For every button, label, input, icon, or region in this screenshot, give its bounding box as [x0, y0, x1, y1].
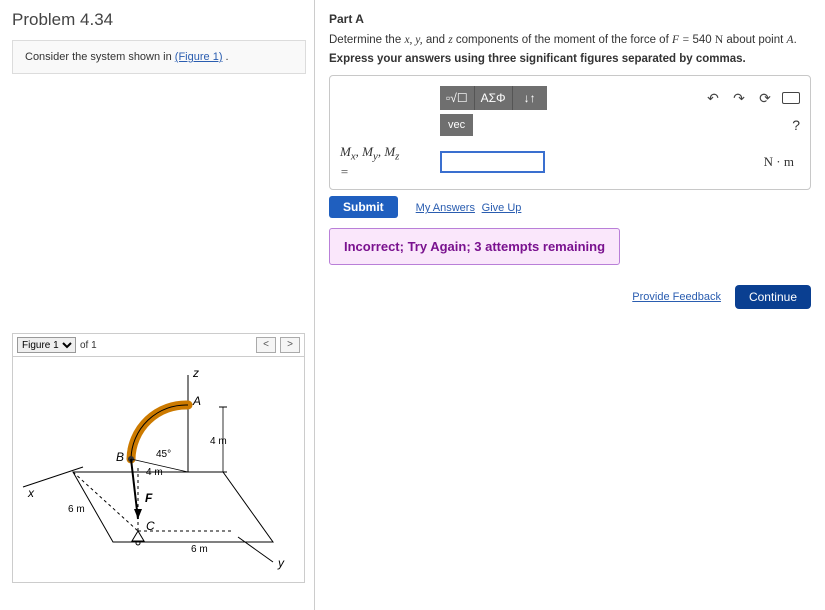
figure-count: of 1: [80, 340, 97, 351]
provide-feedback-link[interactable]: Provide Feedback: [632, 291, 721, 303]
force-f-label: F: [145, 491, 153, 505]
undo-button[interactable]: ↶: [704, 90, 722, 107]
subscript-button[interactable]: ↓↑: [513, 86, 547, 110]
reset-button[interactable]: ⟳: [756, 90, 774, 107]
angle-label: 45°: [156, 449, 171, 460]
feedback-message: Incorrect; Try Again; 3 attempts remaini…: [329, 228, 620, 265]
problem-title: Problem 4.34: [12, 10, 306, 30]
statement-prefix: Consider the system shown in: [25, 51, 175, 63]
greek-button[interactable]: ΑΣΦ: [475, 86, 513, 110]
dim-4m-a: 4 m: [210, 436, 227, 447]
figure-body: z x y 4 m: [13, 357, 304, 582]
figure-svg: z x y 4 m: [13, 357, 306, 582]
axis-x-label: x: [27, 486, 35, 500]
axis-z-label: z: [192, 366, 199, 380]
figure-header: Figure 1 of 1 < >: [13, 334, 304, 357]
statement-suffix: .: [222, 51, 228, 63]
my-answers-link[interactable]: My Answers: [416, 202, 475, 214]
figure-prev-button[interactable]: <: [256, 337, 276, 353]
point-b-label: B: [116, 450, 124, 464]
help-button[interactable]: ?: [792, 117, 800, 133]
figure-select[interactable]: Figure 1: [17, 337, 76, 353]
part-a-heading: Part A: [329, 12, 811, 26]
answer-box: ▫√☐ ΑΣΦ ↓↑ ↶ ↷ ⟳ vec ? Mx, My, Mz=: [329, 75, 811, 190]
answer-input[interactable]: [440, 151, 545, 173]
problem-statement: Consider the system shown in (Figure 1) …: [12, 40, 306, 74]
redo-button[interactable]: ↷: [730, 90, 748, 107]
answer-units: N · m: [764, 154, 800, 170]
give-up-link[interactable]: Give Up: [482, 202, 522, 214]
templates-button[interactable]: ▫√☐: [440, 86, 475, 110]
dim-4m-b: 4 m: [146, 467, 163, 478]
answer-label: Mx, My, Mz=: [340, 144, 432, 179]
figure-link[interactable]: (Figure 1): [175, 51, 223, 63]
vec-button[interactable]: vec: [440, 114, 473, 136]
part-a-prompt: Determine the x, y, and z components of …: [329, 32, 811, 49]
point-c-label: C: [146, 519, 155, 533]
axis-y-label: y: [277, 556, 285, 570]
keyboard-icon[interactable]: [782, 92, 800, 104]
formula-toolbar: ▫√☐ ΑΣΦ ↓↑ ↶ ↷ ⟳: [440, 86, 800, 110]
part-a-instruction: Express your answers using three signifi…: [329, 53, 811, 65]
continue-button[interactable]: Continue: [735, 285, 811, 309]
point-a-label: A: [192, 394, 201, 408]
dim-6m-a: 6 m: [68, 504, 85, 515]
submit-button[interactable]: Submit: [329, 196, 398, 218]
figure-next-button[interactable]: >: [280, 337, 300, 353]
dim-6m-b: 6 m: [191, 544, 208, 555]
figure-panel: Figure 1 of 1 < > z x y: [12, 333, 305, 583]
